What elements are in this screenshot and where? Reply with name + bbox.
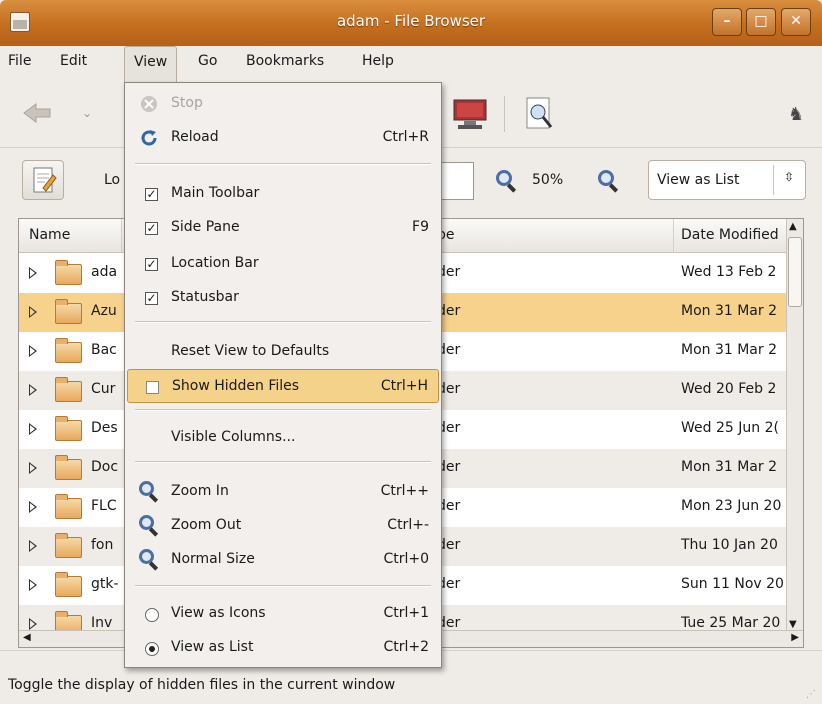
menu-item-reset-view[interactable]: Reset View to Defaults [127, 335, 439, 369]
checkbox-unchecked-icon [146, 381, 159, 394]
vertical-scroll-thumb[interactable] [788, 237, 802, 307]
zoom-out-icon [496, 170, 512, 186]
view-menu: Stop Reload Ctrl+R ✓ Main Toolbar ✓ Side… [124, 82, 442, 668]
activity-foot-icon: ♞ [788, 104, 805, 125]
search-button[interactable] [524, 96, 554, 132]
menu-item-visible-columns[interactable]: Visible Columns... [127, 421, 439, 455]
zoom-out-icon [139, 515, 154, 530]
status-text: Toggle the display of hidden files in th… [8, 677, 396, 693]
back-button[interactable] [22, 102, 52, 124]
zoom-in-icon [598, 170, 614, 186]
radio-unselected-icon [145, 608, 159, 622]
expander-icon[interactable] [29, 540, 37, 552]
expander-icon[interactable] [29, 501, 37, 513]
scroll-left-icon[interactable]: ◀ [23, 632, 31, 643]
menu-item-zoom-out[interactable]: Zoom Out Ctrl+- [127, 509, 439, 543]
close-button[interactable]: ✕ [781, 8, 811, 36]
menu-item-view-as-icons[interactable]: View as Icons Ctrl+1 [127, 597, 439, 631]
menu-item-normal-size[interactable]: Normal Size Ctrl+0 [127, 543, 439, 577]
computer-button[interactable] [452, 98, 488, 130]
folder-icon [55, 299, 82, 324]
checkbox-checked-icon: ✓ [145, 257, 158, 271]
vertical-scrollbar[interactable]: ▲ ▼ [786, 219, 803, 632]
expander-icon[interactable] [29, 384, 37, 396]
folder-icon [55, 533, 82, 558]
expander-icon[interactable] [29, 423, 37, 435]
back-arrow-icon [23, 103, 51, 123]
menu-separator [135, 409, 431, 411]
folder-icon [55, 377, 82, 402]
title-bar: adam - File Browser – □ ✕ [0, 0, 822, 46]
expander-icon[interactable] [29, 618, 37, 630]
menu-view[interactable]: View [124, 46, 178, 82]
menu-bookmarks[interactable]: Bookmarks [246, 53, 324, 69]
toggle-location-button[interactable] [22, 160, 64, 200]
scroll-up-icon[interactable]: ▲ [789, 221, 797, 232]
view-mode-select[interactable]: View as List ⇳ [648, 160, 806, 200]
menu-separator [135, 461, 431, 463]
expander-icon[interactable] [29, 306, 37, 318]
menu-separator [135, 163, 431, 165]
menu-help[interactable]: Help [362, 53, 394, 69]
folder-icon [55, 455, 82, 480]
checkbox-checked-icon: ✓ [145, 221, 158, 235]
menu-item-location-bar[interactable]: ✓ Location Bar [127, 247, 439, 281]
menu-item-show-hidden-files[interactable]: Show Hidden Files Ctrl+H [127, 369, 439, 403]
folder-icon [55, 260, 82, 285]
scroll-down-icon[interactable]: ▼ [789, 619, 797, 630]
expander-icon[interactable] [29, 345, 37, 357]
menu-item-main-toolbar[interactable]: ✓ Main Toolbar [127, 177, 439, 211]
column-name[interactable]: Name [29, 227, 70, 243]
menu-file[interactable]: File [8, 53, 31, 69]
toolbar-separator [504, 96, 505, 132]
radio-selected-icon [145, 642, 159, 656]
menu-separator [135, 321, 431, 323]
expander-icon[interactable] [29, 267, 37, 279]
menu-separator [135, 585, 431, 587]
desktop-folder-icon [55, 416, 82, 441]
stop-icon [141, 96, 157, 112]
checkbox-checked-icon: ✓ [145, 291, 158, 305]
view-mode-value: View as List [657, 172, 740, 188]
maximize-button[interactable]: □ [746, 8, 776, 36]
folder-icon [55, 494, 82, 519]
location-input[interactable] [440, 162, 474, 200]
window-title: adam - File Browser [336, 12, 486, 30]
search-document-icon [526, 97, 553, 129]
menu-edit[interactable]: Edit [60, 53, 87, 69]
menu-item-side-pane[interactable]: ✓ Side Pane F9 [127, 211, 439, 245]
expander-icon[interactable] [29, 462, 37, 474]
menu-go[interactable]: Go [198, 53, 217, 69]
select-arrows-icon: ⇳ [784, 170, 795, 184]
resize-grip-icon[interactable]: ⋰ [806, 689, 816, 700]
minimize-button[interactable]: – [712, 8, 742, 36]
reload-icon [141, 130, 157, 146]
expander-icon[interactable] [29, 579, 37, 591]
computer-icon [453, 99, 487, 129]
zoom-in-icon [139, 481, 154, 496]
zoom-normal-icon [139, 549, 154, 564]
column-date-modified[interactable]: Date Modified [681, 227, 787, 243]
folder-icon [55, 338, 82, 363]
menu-item-view-as-list[interactable]: View as List Ctrl+2 [127, 631, 439, 665]
menu-bar: File Edit View Go Bookmarks Help [0, 46, 822, 82]
menu-item-statusbar[interactable]: ✓ Statusbar [127, 281, 439, 315]
folder-icon [55, 572, 82, 597]
menu-item-zoom-in[interactable]: Zoom In Ctrl++ [127, 475, 439, 509]
location-label: Lo [104, 172, 121, 188]
edit-document-icon [33, 167, 57, 193]
back-history-chevron-icon[interactable]: ⌄ [82, 106, 92, 120]
menu-item-stop[interactable]: Stop [127, 87, 439, 121]
menu-item-reload[interactable]: Reload Ctrl+R [127, 121, 439, 155]
zoom-level: 50% [532, 172, 564, 188]
scroll-right-icon[interactable]: ▶ [791, 632, 799, 643]
checkbox-checked-icon: ✓ [145, 187, 158, 201]
